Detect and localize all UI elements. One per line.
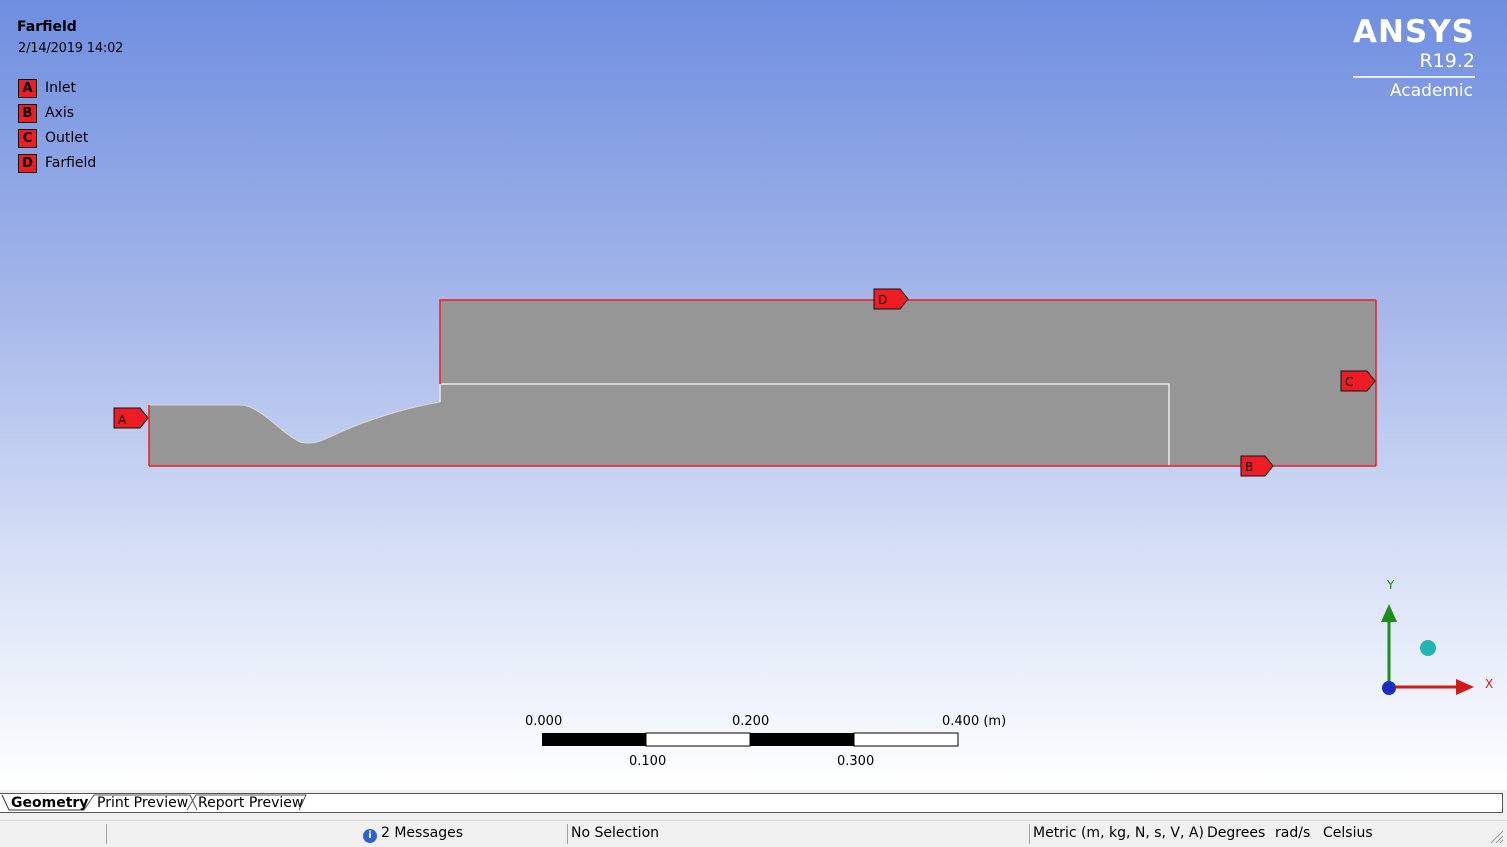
- x-axis-label: X: [1485, 677, 1493, 691]
- scale-label-3: 0.300: [837, 754, 875, 769]
- marker-a-label: A: [118, 413, 127, 427]
- marker-farfield[interactable]: D: [873, 288, 909, 310]
- marker-b-label: B: [1245, 460, 1253, 474]
- scale-label-2: 0.200: [732, 714, 770, 729]
- marker-outlet[interactable]: C: [1340, 370, 1376, 392]
- temperature-label: Celsius: [1323, 825, 1373, 841]
- marker-c-label: C: [1345, 375, 1353, 389]
- geometry-canvas[interactable]: A D C B Y X: [0, 0, 1507, 790]
- scale-label-0: 0.000: [525, 714, 563, 729]
- resize-grip-icon[interactable]: [1488, 828, 1504, 844]
- temperature-unit[interactable]: Celsius: [1320, 824, 1467, 844]
- messages-button[interactable]: i 2 Messages: [357, 824, 567, 844]
- graphics-viewport[interactable]: Farfield 2/14/2019 14:02 A Inlet B Axis …: [0, 0, 1507, 790]
- tab-geometry[interactable]: Geometry: [11, 795, 88, 811]
- selection-status: No Selection: [567, 824, 1029, 844]
- marker-inlet[interactable]: A: [113, 407, 149, 429]
- nozzle-body[interactable]: [149, 384, 1169, 466]
- y-axis-label: Y: [1386, 578, 1395, 592]
- scale-bar: [542, 732, 959, 747]
- unit-system[interactable]: Metric (m, kg, N, s, V, A): [1029, 824, 1204, 844]
- status-empty-cell: [106, 824, 358, 844]
- angle-unit[interactable]: Degrees: [1204, 824, 1272, 844]
- z-axis-dot: [1382, 681, 1396, 695]
- info-icon: i: [363, 829, 377, 843]
- tab-print-preview[interactable]: Print Preview: [97, 795, 188, 811]
- isometric-ball-icon[interactable]: [1420, 640, 1436, 656]
- coordinate-triad[interactable]: Y X: [1381, 578, 1493, 695]
- tab-report-preview[interactable]: Report Preview: [198, 795, 303, 811]
- marker-d-label: D: [878, 293, 887, 307]
- messages-label: 2 Messages: [381, 825, 464, 841]
- scale-label-1: 0.100: [629, 754, 667, 769]
- scale-label-4: 0.400 (m): [942, 714, 1007, 729]
